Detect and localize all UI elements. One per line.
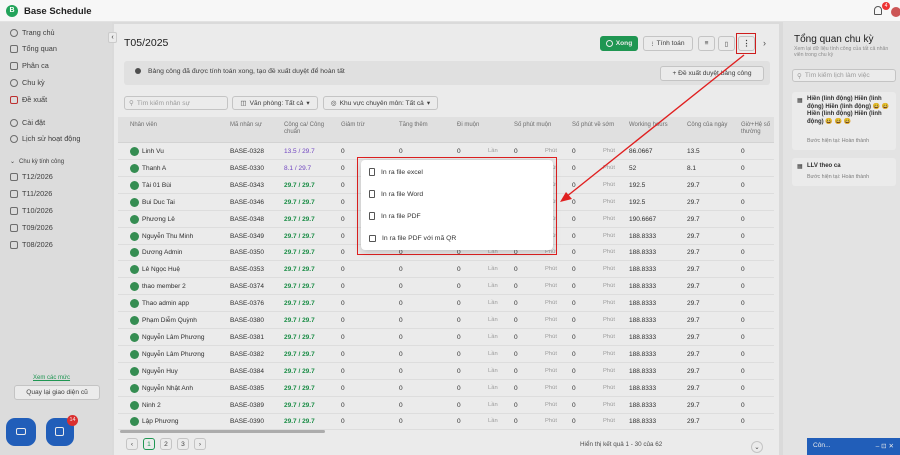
annotation-arrow — [560, 54, 745, 202]
